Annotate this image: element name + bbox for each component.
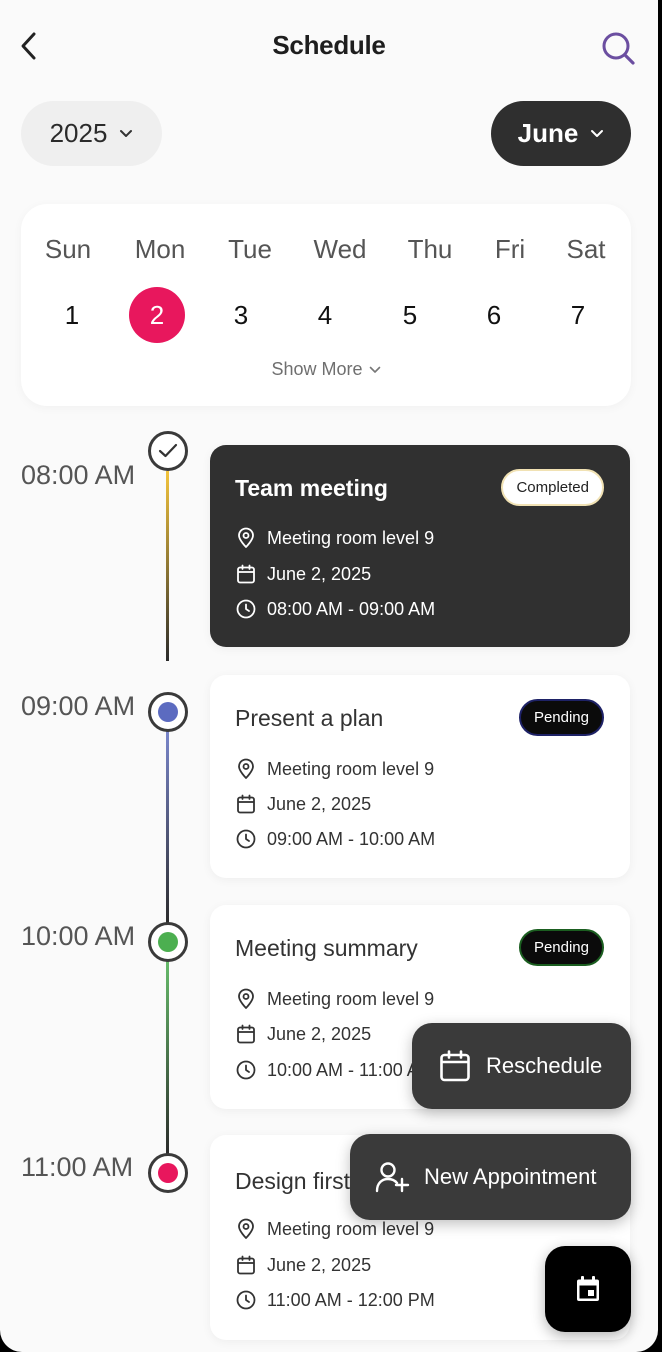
chevron-down-icon — [369, 366, 381, 374]
event-title: Team meeting — [235, 475, 388, 501]
year-value: 2025 — [49, 118, 108, 148]
status-badge: Completed — [501, 469, 604, 506]
clock-icon — [235, 828, 257, 850]
event-time: 10:00 AM - 11:00 AM — [235, 1059, 434, 1081]
time-label: 10:00 AM — [21, 921, 136, 951]
timeline-node — [148, 692, 188, 732]
location-pin-icon — [235, 527, 257, 549]
event-location: Meeting room level 9 — [235, 527, 434, 549]
status-dot — [158, 1163, 178, 1183]
event-date-text: June 2, 2025 — [267, 1023, 372, 1044]
time-label: 09:00 AM — [21, 691, 136, 721]
location-pin-icon — [235, 1218, 257, 1240]
event-title: Present a plan — [235, 705, 384, 731]
event-calendar-icon — [577, 1276, 599, 1301]
search-icon — [602, 32, 635, 65]
event-date: June 2, 2025 — [235, 1254, 371, 1276]
calendar-day[interactable]: 5 — [382, 287, 438, 343]
event-location-text: Meeting room level 9 — [267, 527, 435, 548]
reschedule-button[interactable]: Reschedule — [412, 1023, 631, 1109]
location-pin-icon — [235, 988, 257, 1010]
status-dot — [158, 702, 178, 722]
month-selector[interactable]: June — [491, 101, 631, 166]
clock-icon — [235, 1059, 257, 1081]
event-date: June 2, 2025 — [235, 793, 371, 815]
time-label: 11:00 AM — [21, 1152, 134, 1182]
event-time-text: 08:00 AM - 09:00 AM — [267, 598, 436, 619]
add-user-icon — [374, 1160, 410, 1194]
event-title: Meeting summary — [235, 935, 418, 961]
timeline-node-completed — [148, 431, 188, 471]
reschedule-label: Reschedule — [486, 1053, 603, 1078]
event-time-text: 10:00 AM - 11:00 AM — [267, 1059, 434, 1080]
calendar-day[interactable]: 3 — [213, 287, 269, 343]
calendar-day[interactable]: 1 — [44, 287, 100, 343]
timeline-node — [148, 922, 188, 962]
event-date: June 2, 2025 — [235, 1023, 371, 1045]
weekday-label: Sat — [566, 234, 606, 264]
calendar-icon — [235, 563, 257, 585]
clock-icon — [235, 1289, 257, 1311]
weekday-label: Mon — [134, 234, 186, 264]
show-more-label: Show More — [271, 359, 363, 379]
weekday-label: Wed — [313, 234, 367, 264]
event-time: 08:00 AM - 09:00 AM — [235, 598, 435, 620]
weekday-label: Sun — [44, 234, 92, 264]
location-pin-icon — [235, 758, 257, 780]
calendar-day[interactable]: 6 — [466, 287, 522, 343]
weekday-label: Tue — [228, 234, 272, 264]
status-badge: Pending — [518, 699, 604, 736]
weekday-label: Thu — [407, 234, 453, 264]
clock-icon — [235, 598, 257, 620]
event-time-text: 11:00 AM - 12:00 PM — [267, 1289, 435, 1310]
chevron-down-icon — [590, 129, 604, 139]
year-selector[interactable]: 2025 — [21, 101, 162, 166]
weekday-label: Fri — [494, 234, 526, 264]
schedule-screen: Schedule 2025 June Sun Mon Tue Wed Thu F… — [0, 0, 658, 1352]
timeline-line — [166, 471, 169, 661]
event-date: June 2, 2025 — [235, 563, 371, 585]
new-appointment-label: New Appointment — [424, 1164, 597, 1189]
event-time: 09:00 AM - 10:00 AM — [235, 828, 435, 850]
week-calendar: Sun Mon Tue Wed Thu Fri Sat 1 2 3 4 5 6 … — [21, 204, 631, 406]
event-card[interactable]: Team meeting Completed Meeting room leve… — [210, 445, 630, 647]
status-badge: Pending — [518, 929, 604, 966]
timeline-line — [166, 961, 169, 1154]
event-location: Meeting room level 9 — [235, 1218, 434, 1240]
chevron-down-icon — [119, 129, 133, 139]
calendar-day-selected[interactable]: 2 — [129, 287, 185, 343]
event-time-text: 09:00 AM - 10:00 AM — [267, 828, 436, 849]
timeline-line — [166, 731, 169, 924]
page-title: Schedule — [272, 30, 386, 60]
check-icon — [158, 443, 178, 458]
calendar-day[interactable]: 7 — [550, 287, 606, 343]
calendar-icon — [235, 1023, 257, 1045]
calendar-day[interactable]: 4 — [297, 287, 353, 343]
calendar-icon — [235, 793, 257, 815]
event-location: Meeting room level 9 — [235, 988, 434, 1010]
event-location-text: Meeting room level 9 — [267, 988, 435, 1009]
time-label: 08:00 AM — [21, 460, 136, 490]
calendar-icon — [235, 1254, 257, 1276]
event-location-text: Meeting room level 9 — [267, 758, 435, 779]
event-date-text: June 2, 2025 — [267, 793, 372, 814]
event-title: Design first — [235, 1168, 351, 1194]
event-time: 11:00 AM - 12:00 PM — [235, 1289, 435, 1311]
timeline-node — [148, 1153, 188, 1193]
event-location-text: Meeting room level 9 — [267, 1218, 435, 1239]
new-appointment-button[interactable]: New Appointment — [350, 1134, 631, 1220]
header: Schedule — [0, 0, 658, 92]
calendar-icon — [438, 1049, 472, 1083]
show-more-button[interactable]: Show More — [21, 359, 631, 380]
status-dot — [158, 932, 178, 952]
event-date-text: June 2, 2025 — [267, 1254, 372, 1275]
calendar-fab-button[interactable] — [545, 1246, 631, 1332]
search-button[interactable] — [598, 28, 638, 68]
event-location: Meeting room level 9 — [235, 758, 434, 780]
month-value: June — [517, 118, 579, 148]
event-card[interactable]: Present a plan Pending Meeting room leve… — [210, 675, 630, 878]
event-date-text: June 2, 2025 — [267, 563, 372, 584]
